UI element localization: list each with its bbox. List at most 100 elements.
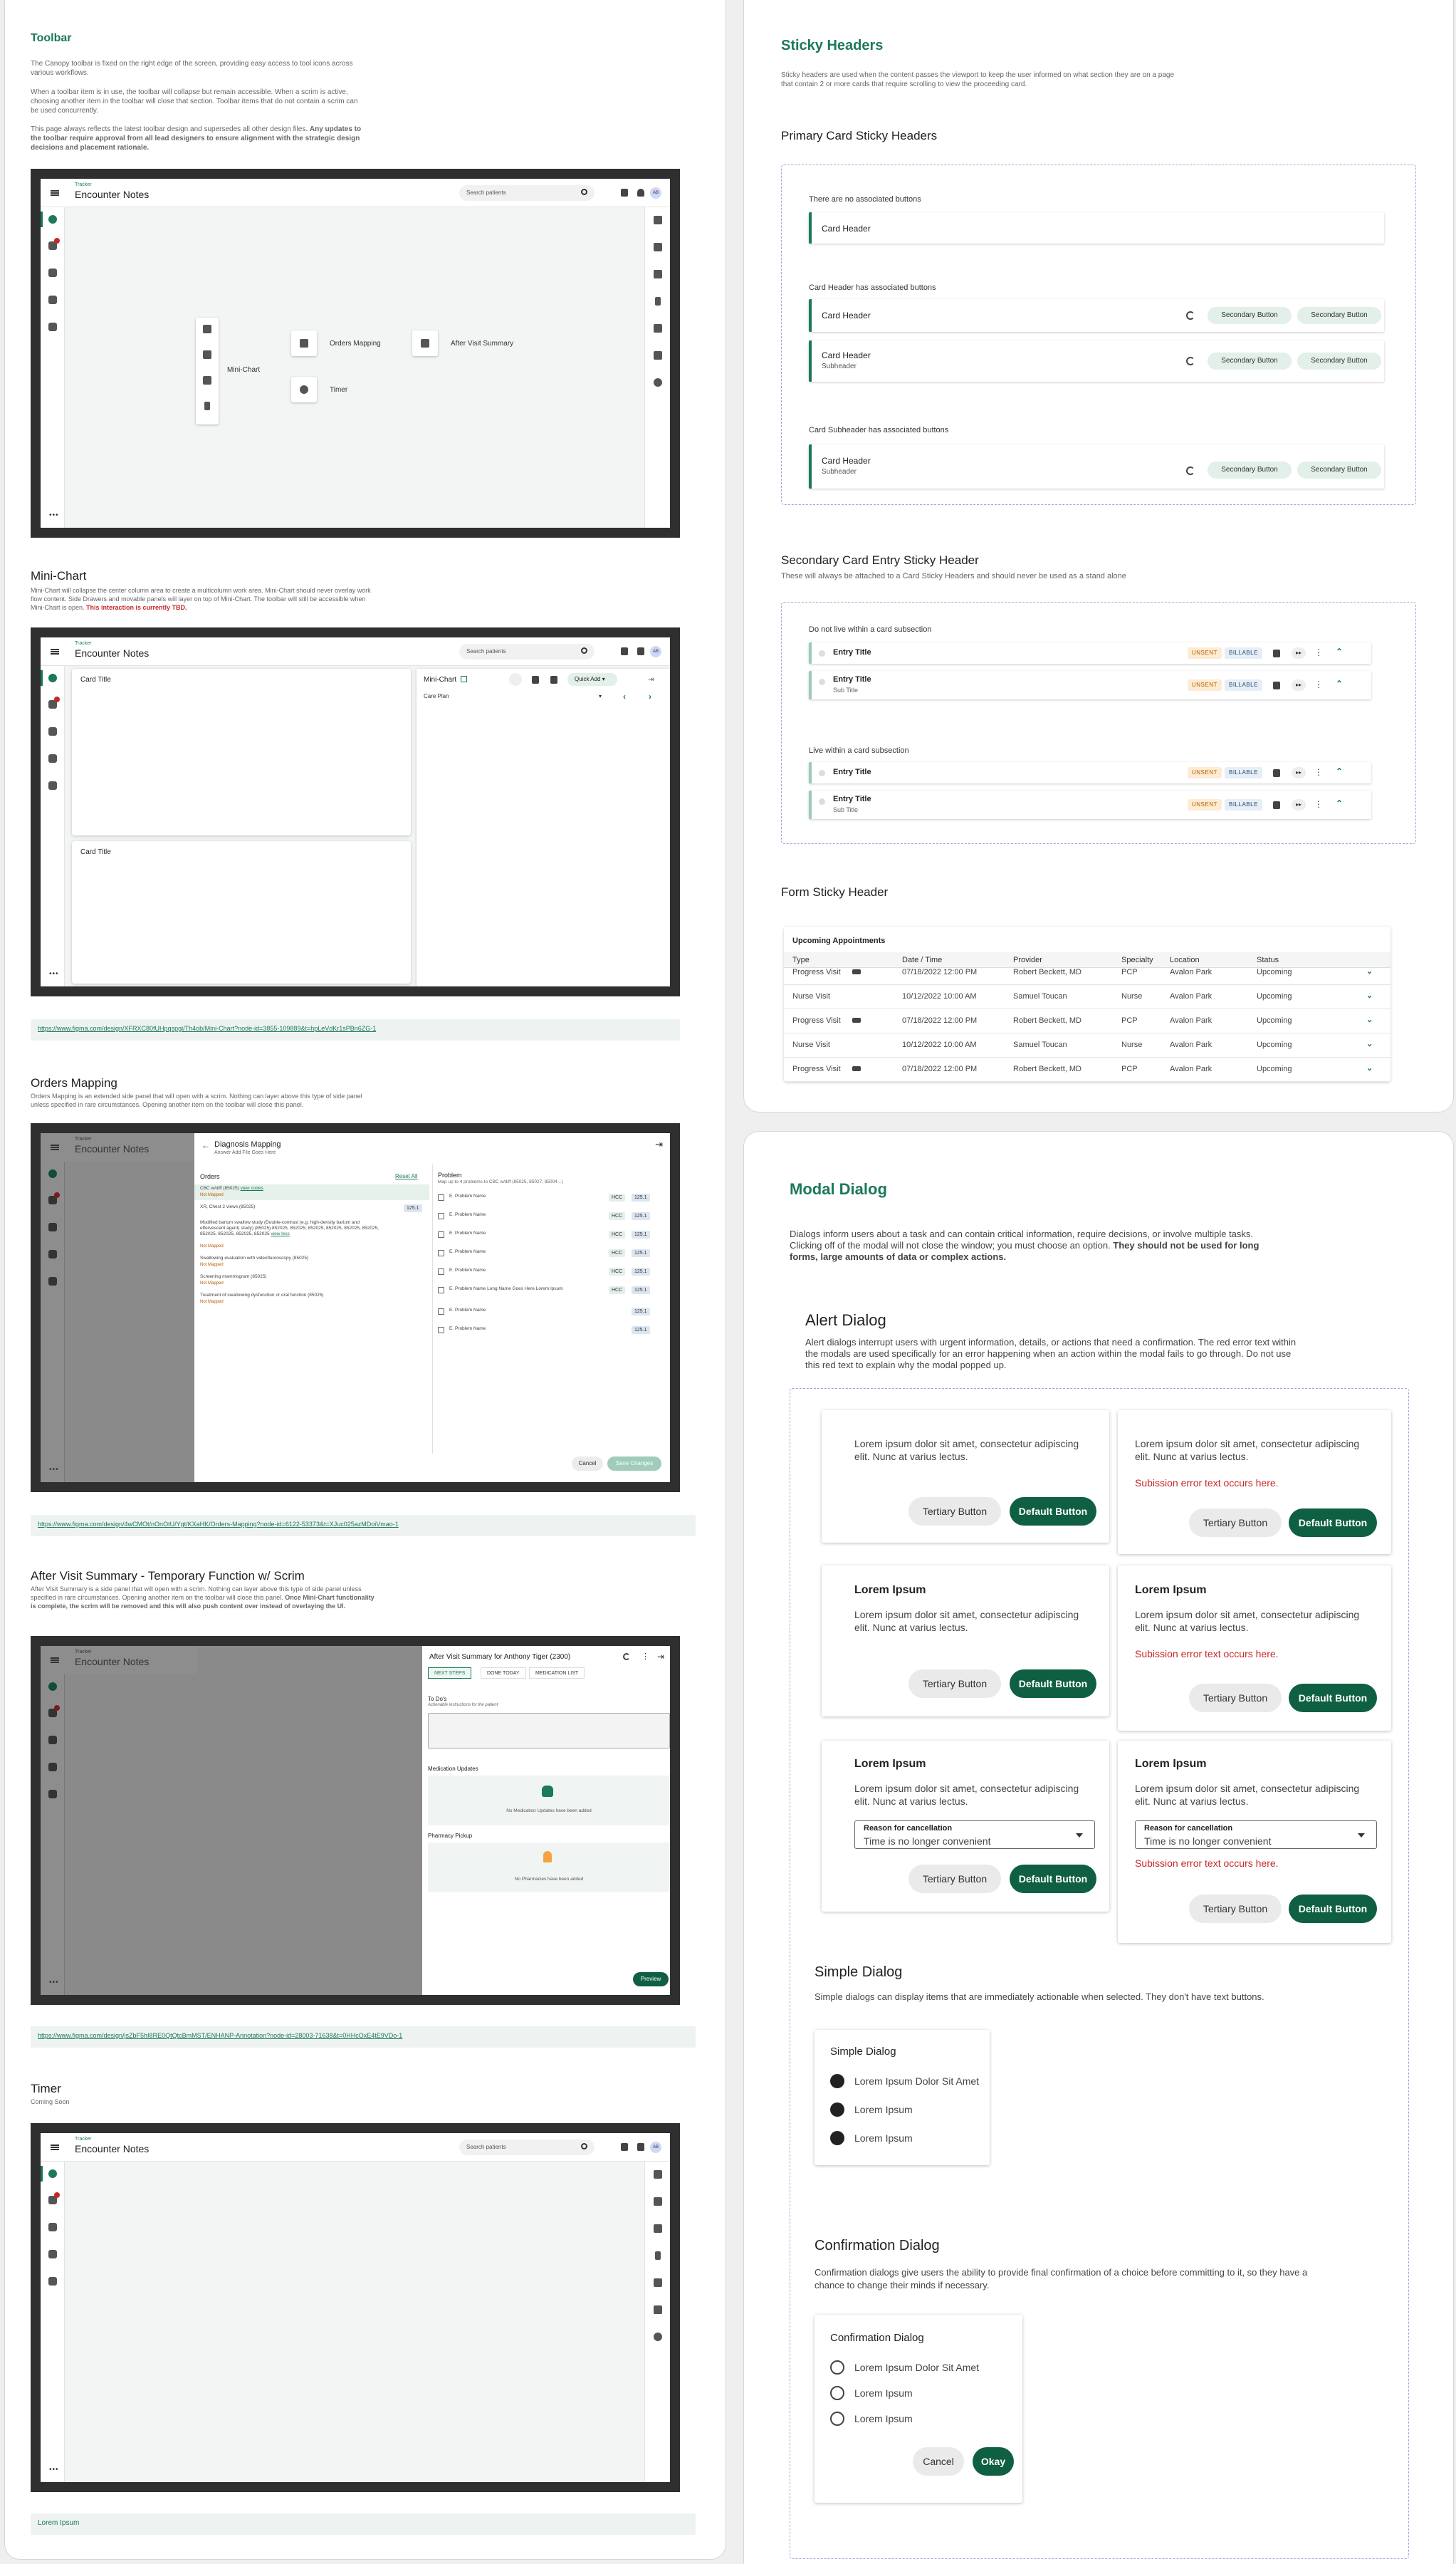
document-icon[interactable] xyxy=(654,270,662,278)
chevron-up-icon[interactable]: ⌃ xyxy=(1336,679,1343,689)
external-link-icon[interactable] xyxy=(461,676,467,682)
simple-item[interactable]: Lorem Ipsum Dolor Sit Amet xyxy=(854,2075,979,2087)
simple-item[interactable]: Lorem Ipsum xyxy=(854,2104,913,2115)
list-icon[interactable] xyxy=(48,1790,57,1798)
checkbox[interactable] xyxy=(438,1268,444,1275)
order-item[interactable]: CBC w/diff (85025) view codes Not Mapped xyxy=(194,1184,429,1200)
simple-item[interactable]: Lorem Ipsum xyxy=(854,2132,913,2144)
message-icon[interactable] xyxy=(48,269,57,277)
tertiary-button[interactable]: Tertiary Button xyxy=(1189,1508,1282,1537)
chevron-down-icon[interactable]: ⌄ xyxy=(1366,991,1373,1000)
problem-item[interactable]: E. Problem Name HCC 125.1 xyxy=(438,1229,664,1241)
next-icon[interactable]: › xyxy=(649,692,651,702)
fast-forward-icon[interactable]: ▸▸ xyxy=(1292,799,1306,811)
bolt-icon[interactable] xyxy=(655,297,661,306)
message-icon[interactable] xyxy=(48,727,57,736)
list-icon[interactable] xyxy=(48,2277,57,2286)
chevron-up-icon[interactable]: ⌃ xyxy=(1336,647,1343,657)
radio-button[interactable] xyxy=(830,2412,844,2426)
reason-select[interactable]: Reason for cancellation Time is no longer… xyxy=(1135,1820,1377,1849)
table-row[interactable]: Nurse Visit 10/12/2022 10:00 AM Samuel Tou… xyxy=(784,985,1390,1009)
default-button[interactable]: Default Button xyxy=(1289,1508,1377,1537)
kebab-icon[interactable]: ⋮ xyxy=(641,1652,649,1661)
reason-select[interactable]: Reason for cancellation Time is no longer… xyxy=(854,1820,1095,1849)
more-icon[interactable]: ••• xyxy=(49,970,59,978)
avs-link[interactable]: https://www.figma.com/design/jsZbF5hI8RE… xyxy=(31,2026,696,2048)
collapse-icon[interactable]: ⇥ xyxy=(657,1652,664,1662)
chevron-down-icon[interactable]: ⌄ xyxy=(1366,1063,1373,1073)
quick-add-button[interactable]: Quick Add ▾ xyxy=(567,673,617,686)
id-card-icon[interactable] xyxy=(621,2143,628,2151)
cancel-button[interactable]: Cancel xyxy=(913,2447,964,2476)
document-icon[interactable] xyxy=(1273,682,1280,689)
secondary-button[interactable]: Secondary Button xyxy=(1297,462,1381,479)
table-row[interactable]: Progress Visit 07/18/2022 12:00 PM Robert … xyxy=(784,1058,1390,1082)
timer-icon[interactable] xyxy=(654,378,662,387)
bell-icon[interactable] xyxy=(637,189,644,197)
refresh-icon[interactable] xyxy=(1186,311,1195,320)
reset-all-link[interactable]: Reset All xyxy=(395,1173,418,1179)
list-icon[interactable] xyxy=(48,1277,57,1286)
preview-button[interactable]: Preview xyxy=(633,1972,669,1986)
save-changes-button[interactable]: Save Changes xyxy=(607,1456,661,1471)
book-icon[interactable] xyxy=(654,2197,662,2206)
search-input[interactable]: Search patients xyxy=(459,2140,595,2155)
order-item[interactable]: Screening mammogram (85025) Not Mapped xyxy=(194,1273,429,1288)
more-icon[interactable]: ••• xyxy=(49,511,59,519)
mapping-icon[interactable] xyxy=(654,324,662,333)
bolt-icon[interactable] xyxy=(655,2251,661,2260)
bell-icon[interactable] xyxy=(637,2143,644,2151)
refresh-icon[interactable] xyxy=(1186,357,1195,365)
chevron-up-icon[interactable]: ⌃ xyxy=(1336,766,1343,776)
problem-item[interactable]: E. Problem Name 125.1 xyxy=(438,1306,664,1318)
order-item[interactable]: XR, Chest 2 views (85025) 125.1 xyxy=(194,1203,429,1216)
problem-item[interactable]: E. Problem Name HCC 125.1 xyxy=(438,1247,664,1260)
secondary-button[interactable]: Secondary Button xyxy=(1208,462,1292,479)
secondary-button[interactable]: Secondary Button xyxy=(1208,353,1292,370)
document-icon[interactable] xyxy=(654,2224,662,2233)
prev-icon[interactable]: ‹ xyxy=(623,692,626,702)
bell-icon[interactable] xyxy=(637,647,644,655)
view-codes-link[interactable]: view codes xyxy=(241,1186,263,1191)
mini-chart-link[interactable]: https://www.figma.com/design/XFRXC80fUHp… xyxy=(31,1019,680,1041)
problem-item[interactable]: E. Problem Name Long Name Goes Here Lore… xyxy=(438,1284,664,1300)
checkbox[interactable] xyxy=(438,1231,444,1238)
search-input[interactable]: Search patients xyxy=(459,185,595,201)
kebab-icon[interactable]: ⋮ xyxy=(1314,647,1323,657)
patient-icon[interactable] xyxy=(48,674,57,682)
tab-medication-list[interactable]: MEDICATION LIST xyxy=(529,1667,585,1679)
cancel-button[interactable]: Cancel xyxy=(572,1456,603,1471)
checkbox[interactable] xyxy=(438,1287,444,1293)
orders-link[interactable]: https://www.figma.com/design/4wCMOt/nOnO… xyxy=(31,1515,696,1536)
book-icon[interactable] xyxy=(654,243,662,251)
problem-item[interactable]: E. Problem Name HCC 125.1 xyxy=(438,1210,664,1223)
problem-item[interactable]: E. Problem Name 125.1 xyxy=(438,1324,664,1337)
secondary-button[interactable]: Secondary Button xyxy=(1297,353,1381,370)
tab-next-steps[interactable]: NEXT STEPS xyxy=(428,1667,472,1679)
calendar-icon[interactable] xyxy=(48,1250,57,1258)
checkbox[interactable] xyxy=(438,1250,444,1256)
search-icon[interactable] xyxy=(581,189,587,195)
list-icon[interactable] xyxy=(48,323,57,331)
okay-button[interactable]: Okay xyxy=(973,2447,1014,2476)
default-button[interactable]: Default Button xyxy=(1010,1497,1096,1526)
refresh-icon[interactable] xyxy=(1186,467,1195,475)
back-icon[interactable]: ← xyxy=(201,1140,210,1150)
view-codes-link[interactable]: view less xyxy=(271,1231,289,1236)
menu-icon[interactable] xyxy=(51,1657,59,1663)
tertiary-button[interactable]: Tertiary Button xyxy=(1189,1895,1282,1923)
mapping-icon[interactable] xyxy=(654,2278,662,2287)
tertiary-button[interactable]: Tertiary Button xyxy=(1189,1684,1282,1712)
fast-forward-icon[interactable]: ▸▸ xyxy=(1292,679,1306,691)
chart-icon[interactable] xyxy=(654,216,662,224)
checkbox[interactable] xyxy=(438,1213,444,1219)
chevron-down-icon[interactable]: ⌄ xyxy=(1366,1039,1373,1048)
id-card-icon[interactable] xyxy=(621,647,628,655)
timer-icon[interactable] xyxy=(654,2333,662,2341)
kebab-icon[interactable]: ⋮ xyxy=(1314,767,1323,777)
table-row[interactable]: Nurse Visit 10/12/2022 10:00 AM Samuel Tou… xyxy=(784,1033,1390,1058)
problem-item[interactable]: E. Problem Name HCC 125.1 xyxy=(438,1192,664,1204)
document-icon[interactable] xyxy=(1273,650,1280,657)
patient-icon[interactable] xyxy=(48,1169,57,1178)
order-item[interactable]: Treatment of swallowing dysfunction or o… xyxy=(194,1291,429,1307)
